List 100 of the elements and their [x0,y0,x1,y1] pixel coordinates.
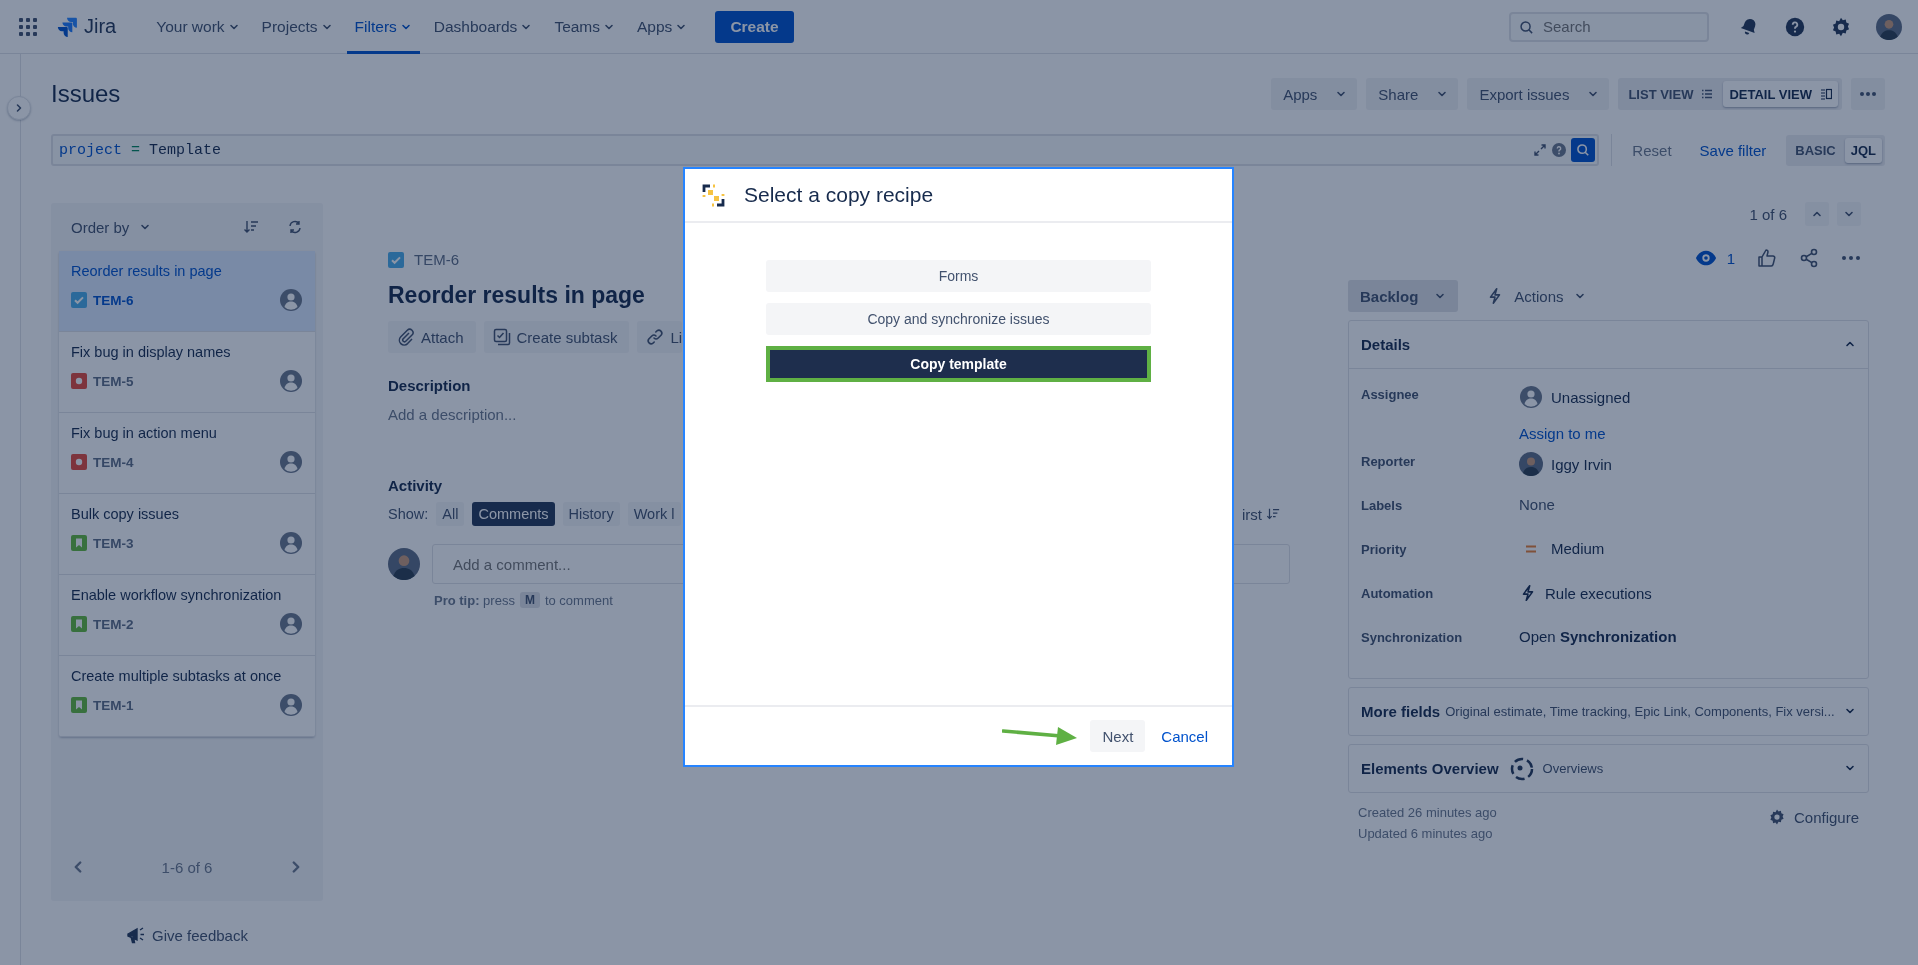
issue-card[interactable]: Fix bug in display names TEM-5 [59,332,315,413]
mode-option[interactable]: BASIC [1789,137,1842,163]
issue-card[interactable]: Create multiple subtasks at once TEM-1 [59,656,315,737]
nav-menu[interactable]: Your work [148,0,248,54]
order-by-button[interactable]: Order by [71,218,152,236]
field-value: Open Synchronization [1519,628,1677,645]
nav-menu[interactable]: Filters [346,0,420,54]
expand-sidebar-button[interactable] [7,96,31,120]
configure-button[interactable]: Configure [1767,805,1859,829]
issue-title: Reorder results in page [71,263,223,279]
app-switcher-icon[interactable] [18,16,38,37]
pagination-text: 1-6 of 6 [161,858,213,876]
fields-summary: Original estimate, Time tracking, Epic Link, Components, Fix versi... [1445,704,1836,719]
issue-card[interactable]: Reorder results in page TEM-6 [59,251,315,332]
jql-query-field[interactable]: project = Template [51,134,1600,166]
help-icon[interactable] [1784,15,1806,38]
sort-button[interactable]: irst [1242,505,1280,523]
help-icon[interactable] [1552,143,1567,157]
dialog-title: Select a copy recipe [744,183,934,207]
nav-menu[interactable]: Projects [253,0,341,54]
recipe-option[interactable]: Copy template [766,346,1151,382]
refresh-icon[interactable] [287,219,303,235]
query-text: project = Template [59,141,223,159]
next-issue-button[interactable] [1837,202,1861,226]
activity-filter[interactable]: History [562,502,620,526]
bookmark-icon [71,697,87,713]
reset-button[interactable]: Reset [1624,141,1680,159]
field-label: Synchronization [1361,629,1464,645]
bookmark-icon [71,616,87,632]
nav-menu[interactable]: Dashboards [425,0,541,54]
activity-filter[interactable]: Work l [627,502,681,526]
avatar-icon [279,612,303,636]
view-option[interactable]: DETAIL VIEW [1723,81,1838,107]
nav-menu[interactable]: Apps [629,0,696,54]
recipe-option[interactable]: Copy and synchronize issues [766,303,1151,335]
issue-title: Fix bug in display names [71,344,232,360]
nav-menu[interactable]: Teams [546,0,624,54]
page-title: Issues [51,80,121,108]
actions-button[interactable]: Actions [1486,287,1586,305]
issue-title: Create multiple subtasks at once [71,668,283,684]
search-field[interactable]: Search [1509,11,1709,42]
save-filter-link[interactable]: Save filter [1679,141,1777,159]
thumbs-up-icon[interactable] [1757,248,1777,268]
recipe-option[interactable]: Forms [766,260,1151,292]
issue-key: TEM-5 [93,373,273,389]
activity-filter[interactable]: All [436,502,465,526]
status-button[interactable]: Backlog [1348,280,1459,312]
avatar-icon [279,531,303,555]
create-button[interactable]: Create [715,10,794,43]
overview-icon [1508,755,1535,782]
profile-avatar [1876,13,1902,40]
share-icon[interactable] [1799,248,1819,268]
cancel-button[interactable]: Cancel [1153,727,1216,745]
dropdown-button[interactable]: Apps [1271,78,1358,110]
user-avatar [1519,452,1543,476]
action-button[interactable]: Create subtask [483,321,630,353]
feedback-button[interactable]: Give feedback [126,925,248,945]
pro-tip-text: Pro tip: press [434,592,515,608]
field-label: Reporter [1361,453,1417,469]
mode-option[interactable]: JQL [1844,137,1882,163]
search-icon [1519,19,1534,35]
search-button[interactable] [1571,138,1596,162]
issue-key: TEM-4 [93,454,273,470]
detail-view-icon [1820,88,1832,100]
sort-icon[interactable] [243,219,259,235]
next-button[interactable]: Next [1090,720,1146,752]
avatar-icon [1519,385,1543,409]
more-button[interactable] [1851,78,1885,110]
issue-card[interactable]: Bulk copy issues TEM-3 [59,494,315,575]
view-option[interactable]: LIST VIEW [1622,81,1720,107]
issue-card[interactable]: Fix bug in action menu TEM-4 [59,413,315,494]
field-value: Rule executions [1545,584,1652,602]
avatar-icon [279,450,303,474]
dropdown-button[interactable]: Share [1366,78,1459,110]
action-button[interactable]: Li [637,321,683,353]
keyboard-key: M [519,592,540,608]
more-icon[interactable] [1841,255,1861,261]
field-value: Unassigned [1551,388,1631,406]
field-value: Medium [1551,540,1605,557]
avatar-icon [279,693,303,717]
dropdown-button[interactable]: Export issues [1467,78,1610,110]
issue-card[interactable]: Enable workflow synchronization TEM-2 [59,575,315,656]
settings-icon [1830,15,1852,38]
user-avatar [388,548,420,580]
previous-issue-button[interactable] [1805,202,1829,226]
pro-tip-text: to comment [544,592,613,608]
assign-to-me-link[interactable]: Assign to me [1519,425,1856,442]
expand-icon[interactable] [1533,143,1548,157]
panel-title: Elements Overview [1361,760,1499,777]
home-link[interactable]: Jira [56,15,117,38]
activity-filter[interactable]: Comments [472,502,555,526]
updated-date: Updated 6 minutes ago [1358,826,1494,841]
bug-icon [71,373,87,389]
task-icon [71,292,87,308]
section-heading: Activity [388,477,444,494]
field-label: Priority [1361,541,1408,557]
action-button[interactable]: Attach [388,321,476,353]
issue-title: Enable workflow synchronization [71,587,283,603]
watch-button[interactable]: 1 [1694,247,1735,269]
issue-key[interactable]: TEM-6 [414,251,459,268]
